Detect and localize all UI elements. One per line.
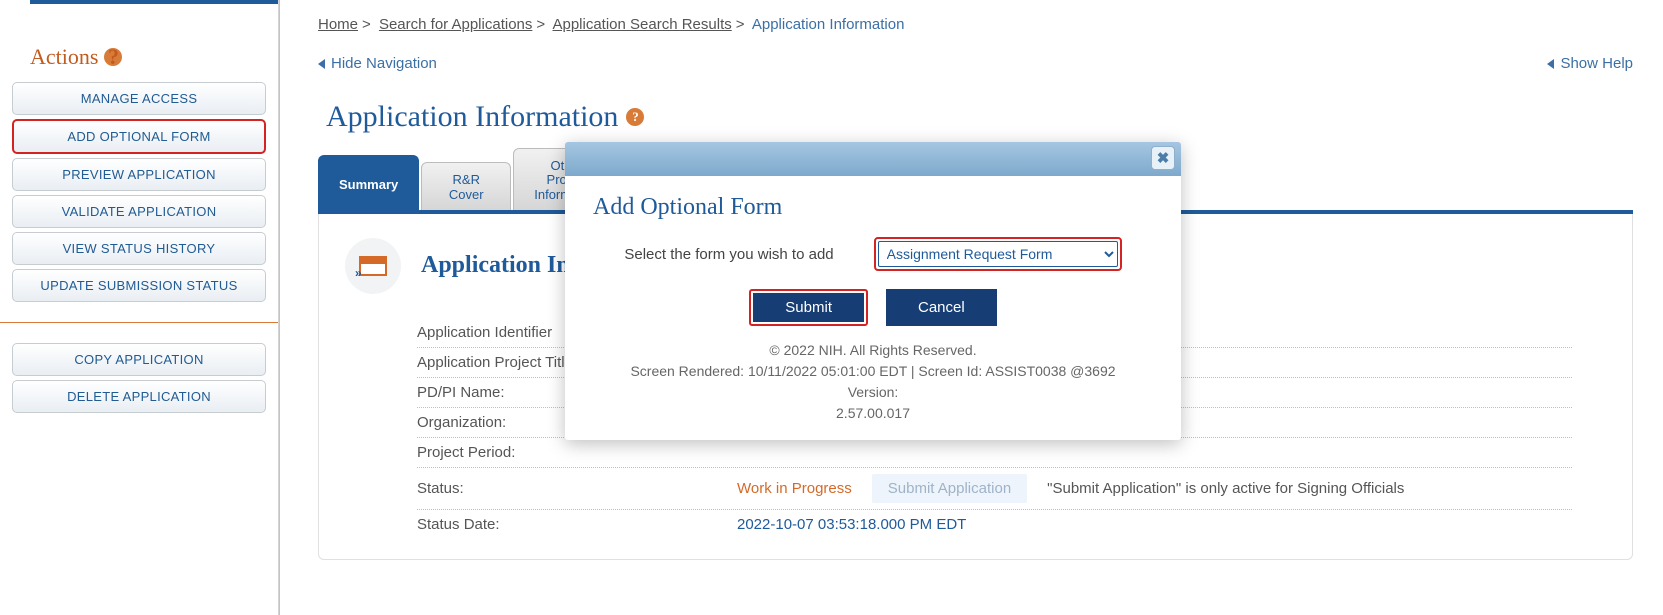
submit-note: "Submit Application" is only active for … (1047, 480, 1404, 497)
action-validate-application[interactable]: VALIDATE APPLICATION (12, 195, 266, 228)
info-value: Work in Progress (737, 480, 852, 497)
form-select-highlight: Assignment Request Form (874, 237, 1122, 271)
info-label: Status: (417, 480, 737, 497)
info-row: Status Date:2022-10-07 03:53:18.000 PM E… (417, 510, 1572, 539)
info-label: Project Period: (417, 444, 737, 461)
help-icon[interactable]: ? (104, 48, 122, 66)
triangle-left-icon (318, 59, 325, 69)
action-manage-access[interactable]: MANAGE ACCESS (12, 82, 266, 115)
actions-heading: Actions ? (30, 44, 266, 70)
add-optional-form-dialog: ✖ Add Optional Form Select the form you … (565, 142, 1181, 440)
cancel-button[interactable]: Cancel (886, 289, 997, 326)
submit-application-button: Submit Application (872, 474, 1027, 503)
info-row: Project Period: (417, 438, 1572, 468)
dialog-footer: © 2022 NIH. All Rights Reserved. Screen … (593, 340, 1153, 424)
info-value: 2022-10-07 03:53:18.000 PM EDT (737, 516, 966, 533)
breadcrumb-link[interactable]: Application Search Results (552, 16, 731, 33)
breadcrumb-link[interactable]: Search for Applications (379, 16, 532, 33)
hide-navigation-link[interactable]: Hide Navigation (318, 55, 437, 72)
action-delete-application[interactable]: DELETE APPLICATION (12, 380, 266, 413)
submit-highlight: Submit (749, 289, 868, 326)
dialog-label: Select the form you wish to add (624, 246, 833, 263)
dialog-header[interactable]: ✖ (565, 142, 1181, 176)
dialog-title: Add Optional Form (593, 194, 1153, 221)
triangle-left-icon (1547, 59, 1554, 69)
submit-button[interactable]: Submit (753, 293, 864, 322)
info-row: Status:Work in Progress Submit Applicatio… (417, 468, 1572, 510)
action-view-status-history[interactable]: VIEW STATUS HISTORY (12, 232, 266, 265)
action-add-optional-form[interactable]: ADD OPTIONAL FORM (12, 119, 266, 154)
sidebar-divider (0, 322, 278, 323)
help-icon[interactable]: ? (626, 108, 644, 126)
actions-heading-text: Actions (30, 44, 98, 70)
breadcrumb-link[interactable]: Home (318, 16, 358, 33)
show-help-link[interactable]: Show Help (1547, 55, 1633, 72)
tab-r-r-cover[interactable]: R&RCover (421, 162, 511, 210)
page-title: Application Information ? (326, 100, 1633, 134)
tab-summary[interactable]: Summary (318, 155, 419, 210)
breadcrumb: Home> Search for Applications> Applicati… (318, 16, 1633, 33)
form-select[interactable]: Assignment Request Form (878, 241, 1118, 267)
sidebar: Actions ? MANAGE ACCESS ADD OPTIONAL FORM… (0, 0, 278, 615)
info-label: Status Date: (417, 516, 737, 533)
action-preview-application[interactable]: PREVIEW APPLICATION (12, 158, 266, 191)
action-copy-application[interactable]: COPY APPLICATION (12, 343, 266, 376)
close-icon[interactable]: ✖ (1151, 146, 1175, 170)
action-update-submission-status[interactable]: UPDATE SUBMISSION STATUS (12, 269, 266, 302)
breadcrumb-current: Application Information (752, 16, 905, 33)
application-icon (345, 238, 401, 294)
